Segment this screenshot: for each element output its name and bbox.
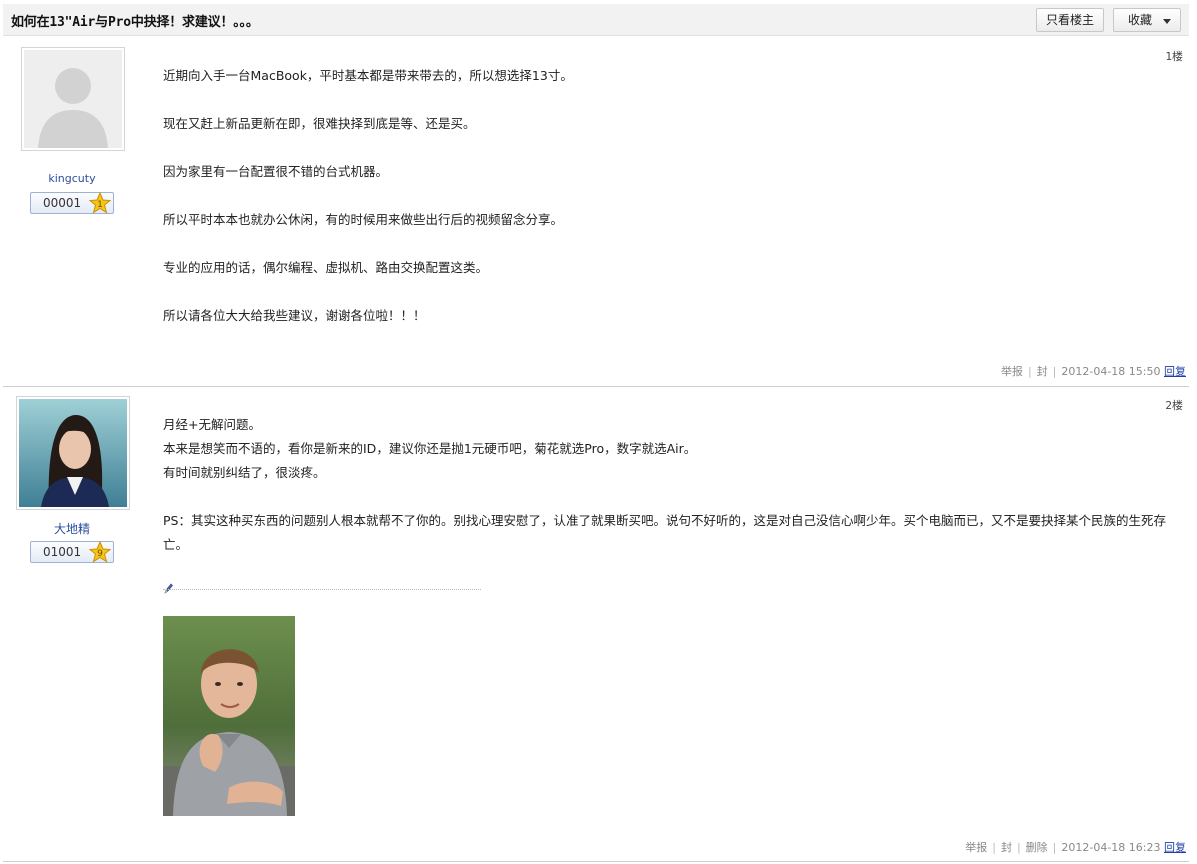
post-time: 2012-04-18 16:23 <box>1061 841 1161 854</box>
post-line: 本来是想笑而不语的，看你是新来的ID，建议你还是抛1元硬币吧，菊花就选Pro，数… <box>163 441 697 456</box>
user-level-badge: 01001 9 <box>30 541 114 563</box>
ban-link[interactable]: 封 <box>1037 365 1048 378</box>
user-photo-avatar <box>19 399 127 507</box>
post-paragraph: 所以平时本本也就办公休闲，有的时候用来做些出行后的视频留念分享。 <box>163 212 564 227</box>
default-avatar-icon <box>24 50 122 148</box>
report-link[interactable]: 举报 <box>965 841 987 854</box>
only-host-button[interactable]: 只看楼主 <box>1036 8 1104 32</box>
post-content: 近期向入手一台MacBook，平时基本都是带来带去的，所以想选择13寸。 现在又… <box>163 64 573 328</box>
post-paragraph: 专业的应用的话，偶尔编程、虚拟机、路由交换配置这类。 <box>163 260 489 275</box>
post-paragraph: 所以请各位大大给我些建议，谢谢各位啦！！！ <box>163 308 426 323</box>
user-points: 00001 <box>43 196 82 210</box>
delete-link[interactable]: 删除 <box>1026 841 1048 854</box>
post-content: 月经+无解问题。 本来是想笑而不语的，看你是新来的ID，建议你还是抛1元硬币吧，… <box>163 413 1187 557</box>
signature-divider <box>163 589 481 590</box>
chevron-down-icon <box>1163 19 1171 24</box>
favorite-dropdown-button[interactable]: 收藏 <box>1113 8 1181 32</box>
post-paragraph: 现在又赶上新品更新在即，很难抉择到底是等、还是买。 <box>163 116 476 131</box>
level-star-icon: 9 <box>89 541 111 563</box>
post-floor-1: kingcuty 00001 1 1楼 近期向入手一台MacBook，平时基本都… <box>3 36 1189 387</box>
user-level-badge: 00001 1 <box>30 192 114 214</box>
favorite-label: 收藏 <box>1127 13 1152 27</box>
post-floor-2: 大地精 01001 9 2楼 月经+无解问题。 本来是想笑而不语的，看你是新来的… <box>3 387 1189 862</box>
avatar[interactable] <box>16 396 130 510</box>
thread-header: 如何在13"Air与Pro中抉择！求建议！。。。 只看楼主 收藏 <box>3 4 1189 36</box>
user-points: 01001 <box>43 545 82 559</box>
thread-title: 如何在13"Air与Pro中抉择！求建议！。。。 <box>11 15 259 30</box>
post-paragraph: 近期向入手一台MacBook，平时基本都是带来带去的，所以想选择13寸。 <box>163 68 573 83</box>
signature-photo <box>163 616 295 816</box>
username[interactable]: 大地精 <box>17 520 127 537</box>
avatar[interactable] <box>21 47 125 151</box>
floor-number: 2楼 <box>1165 399 1183 412</box>
post-time: 2012-04-18 15:50 <box>1061 365 1161 378</box>
reply-link[interactable]: 回复 <box>1164 365 1186 378</box>
post-paragraph: 因为家里有一台配置很不错的台式机器。 <box>163 164 389 179</box>
post-footer: 举报 | 封 | 删除 | 2012-04-18 16:23 回复 <box>965 841 1186 854</box>
level-star-icon: 1 <box>89 192 111 214</box>
reply-link[interactable]: 回复 <box>1164 841 1186 854</box>
report-link[interactable]: 举报 <box>1001 365 1023 378</box>
post-line: 有时间就别纠结了，很淡疼。 <box>163 465 326 480</box>
ban-link[interactable]: 封 <box>1001 841 1012 854</box>
floor-number: 1楼 <box>1165 50 1183 63</box>
post-ps: PS：其实这种买东西的问题别人根本就帮不了你的。别找心理安慰了，认准了就果断买吧… <box>163 513 1166 552</box>
post-line: 月经+无解问题。 <box>163 417 261 432</box>
username[interactable]: kingcuty <box>17 172 127 185</box>
svg-text:9: 9 <box>97 549 103 559</box>
svg-text:1: 1 <box>97 200 103 210</box>
post-footer: 举报 | 封 | 2012-04-18 15:50 回复 <box>1000 365 1186 378</box>
